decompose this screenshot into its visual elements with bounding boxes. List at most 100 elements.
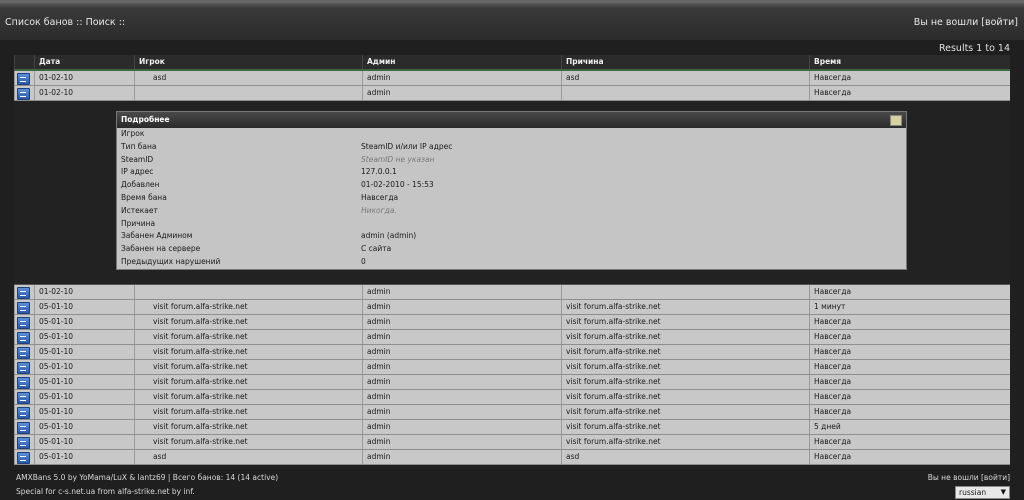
icon-cell [14,330,34,344]
details-icon[interactable] [17,452,30,464]
table-row[interactable]: 01-02-10 admin Навсегда [14,285,1010,300]
detail-value: Навсегда [361,192,399,202]
detail-label: Тип бана [121,141,157,151]
cell-date: 05-01-10 [34,435,134,449]
footer-special: Special for c-s.net.ua from alfa-strike.… [16,487,195,496]
icon-cell [14,71,34,85]
table-row[interactable]: 05-01-10 visit forum.alfa-strike.net admin… [14,330,1010,345]
cell-date: 05-01-10 [34,375,134,389]
details-icon[interactable] [17,287,30,299]
table-row[interactable]: 05-01-10 visit forum.alfa-strike.net admin… [14,375,1010,390]
detail-row: IP адрес 127.0.0.1 [117,166,906,179]
ban-table: Дата Игрок Админ Причина Время 01-02-10 a… [14,55,1010,465]
results-count: Results 1 to 14 [938,43,1010,54]
cell-player: visit forum.alfa-strike.net [134,435,362,449]
table-header: Дата Игрок Админ Причина Время [14,55,1010,71]
table-row[interactable]: 01-02-10 asd admin asd Навсегда [14,71,1010,86]
cell-admin: admin [362,330,561,344]
cell-admin: admin [362,420,561,434]
cell-reason: visit forum.alfa-strike.net [561,300,809,314]
detail-value: 01-02-2010 - 15:53 [361,180,434,190]
table-row[interactable]: 05-01-10 visit forum.alfa-strike.net admin… [14,420,1010,435]
cell-player [134,86,362,100]
close-details-icon[interactable] [890,115,902,126]
details-icon[interactable] [17,422,30,434]
details-icon[interactable] [17,377,30,389]
details-icon[interactable] [17,73,30,85]
icon-cell [14,285,34,299]
table-row[interactable]: 05-01-10 visit forum.alfa-strike.net admin… [14,360,1010,375]
table-row[interactable]: 01-02-10 admin Навсегда [14,86,1010,101]
details-icon[interactable] [17,302,30,314]
cell-date: 01-02-10 [34,71,134,85]
details-icon[interactable] [17,88,30,100]
detail-value [361,128,906,141]
cell-date: 05-01-10 [34,390,134,404]
detail-label: Истекает [121,205,158,215]
details-icon[interactable] [17,362,30,374]
details-icon[interactable] [17,407,30,419]
header-player: Игрок [134,55,362,69]
language-value: russian [959,488,987,497]
breadcrumb-separator: :: [73,17,86,28]
cell-time: Навсегда [809,375,1010,389]
cell-player: visit forum.alfa-strike.net [134,360,362,374]
top-bar: Список банов :: Поиск :: Вы не вошли [во… [0,0,1024,40]
table-row[interactable]: 05-01-10 visit forum.alfa-strike.net admin… [14,315,1010,330]
cell-admin: admin [362,435,561,449]
detail-label: IP адрес [121,167,154,177]
cell-time: Навсегда [809,330,1010,344]
detail-row: Забанен Админом admin (admin) [117,230,906,243]
icon-cell [14,450,34,464]
details-icon[interactable] [17,392,30,404]
cell-reason: visit forum.alfa-strike.net [561,405,809,419]
cell-player: visit forum.alfa-strike.net [134,300,362,314]
detail-value: 0 [361,256,366,266]
icon-cell [14,405,34,419]
cell-reason [561,86,809,100]
table-row[interactable]: 05-01-10 visit forum.alfa-strike.net admin… [14,345,1010,360]
icon-cell [14,345,34,359]
table-row[interactable]: 05-01-10 asd admin asd Навсегда [14,450,1010,465]
detail-row: Истекает Никогда. [117,205,906,218]
cell-date: 05-01-10 [34,450,134,464]
details-icon[interactable] [17,347,30,359]
cell-admin: admin [362,71,561,85]
table-row[interactable]: 05-01-10 visit forum.alfa-strike.net admin… [14,390,1010,405]
cell-player: visit forum.alfa-strike.net [134,375,362,389]
footer-login-link[interactable]: Вы не вошли [войти] [928,471,1010,485]
language-select[interactable]: russian ▼ [955,486,1010,499]
cell-admin: admin [362,390,561,404]
cell-reason: visit forum.alfa-strike.net [561,435,809,449]
detail-value: SteamID и/или IP адрес [361,141,453,151]
cell-reason: asd [561,71,809,85]
table-row[interactable]: 05-01-10 visit forum.alfa-strike.net admin… [14,405,1010,420]
breadcrumb-search[interactable]: Поиск [86,17,116,28]
details-icon[interactable] [17,437,30,449]
breadcrumb-ban-list[interactable]: Список банов [5,17,73,28]
cell-time: Навсегда [809,360,1010,374]
table-row[interactable]: 05-01-10 visit forum.alfa-strike.net admin… [14,300,1010,315]
details-expansion: Подробнее Игрок Тип бана SteamID и/или IP … [14,101,1010,285]
details-icon[interactable] [17,332,30,344]
footer-credits: AMXBans 5.0 by YoMama/LuX & lantz69 | Вс… [16,473,279,482]
cell-admin: admin [362,375,561,389]
details-title-text: Подробнее [121,115,170,124]
cell-reason: asd [561,450,809,464]
icon-cell [14,300,34,314]
cell-date: 05-01-10 [34,345,134,359]
icon-cell [14,390,34,404]
table-row[interactable]: 05-01-10 visit forum.alfa-strike.net admin… [14,435,1010,450]
login-link[interactable]: Вы не вошли [войти] [914,17,1018,28]
cell-date: 01-02-10 [34,285,134,299]
detail-label: Добавлен [121,180,160,190]
detail-label: Забанен Админом [121,231,193,241]
icon-cell [14,315,34,329]
detail-row: Причина [117,218,906,231]
detail-row: Добавлен 01-02-2010 - 15:53 [117,179,906,192]
cell-player [134,285,362,299]
detail-label: Причина [121,218,156,228]
chevron-down-icon: ▼ [1000,488,1006,496]
details-icon[interactable] [17,317,30,329]
detail-row: Предыдущих нарушений 0 [117,256,906,269]
